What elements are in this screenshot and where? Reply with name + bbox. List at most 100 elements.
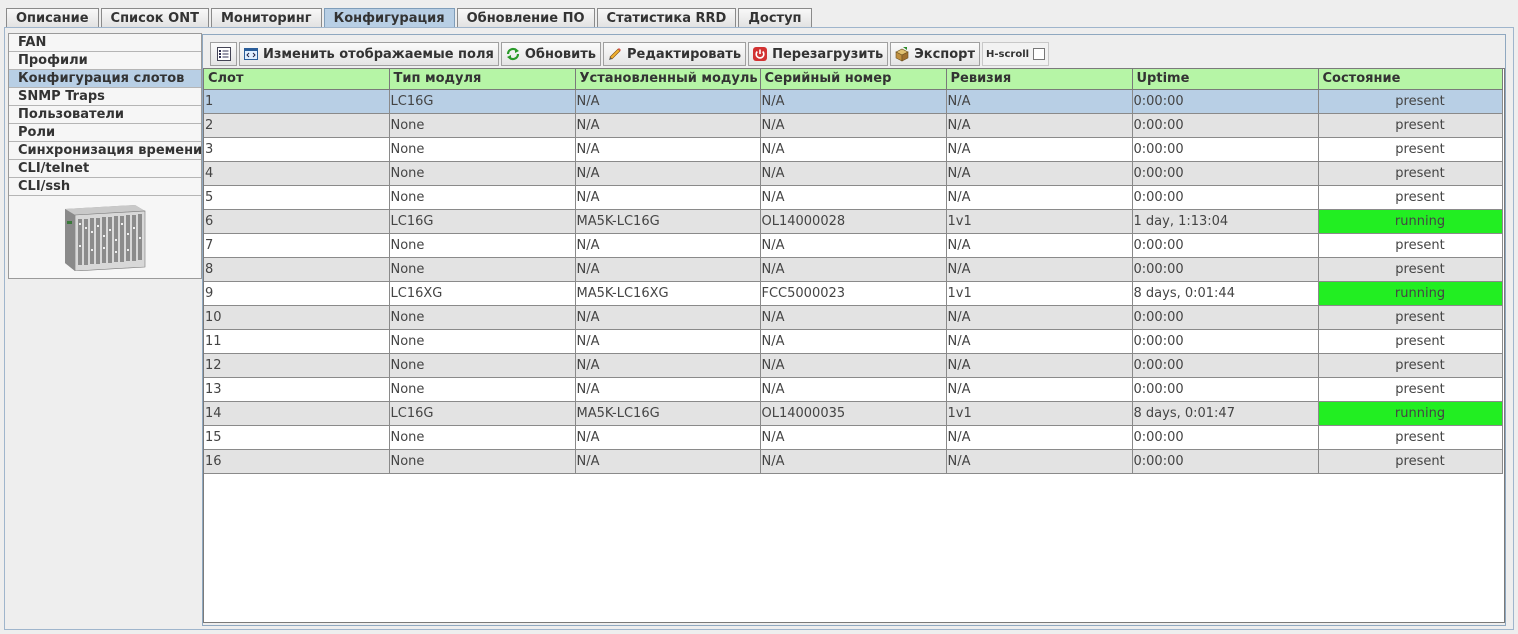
table-row[interactable]: 5 None N/A N/A N/A 0:00:00 present <box>204 185 1503 210</box>
cell-module-type: None <box>389 137 576 162</box>
table-row[interactable]: 1 LC16G N/A N/A N/A 0:00:00 present <box>204 89 1503 114</box>
tab-configuration[interactable]: Конфигурация <box>323 8 455 27</box>
tab-access[interactable]: Доступ <box>738 8 812 27</box>
cell-module-type: LC16G <box>389 401 576 426</box>
column-header-installed-module[interactable]: Установленный модуль <box>575 69 761 90</box>
sidebar-item-snmp-traps[interactable]: SNMP Traps <box>9 88 201 106</box>
cell-module-type: LC16XG <box>389 281 576 306</box>
cell-slot: 15 <box>204 425 390 450</box>
cell-slot: 1 <box>204 89 390 114</box>
cell-module-type: LC16G <box>389 89 576 114</box>
cell-installed-module: N/A <box>575 449 761 474</box>
cell-state: present <box>1318 257 1503 282</box>
export-button[interactable]: Экспорт <box>890 42 981 66</box>
cell-installed-module: N/A <box>575 233 761 258</box>
refresh-button[interactable]: Обновить <box>500 42 601 66</box>
table-row[interactable]: 16 None N/A N/A N/A 0:00:00 present <box>204 449 1503 474</box>
cell-serial-number: N/A <box>760 113 947 138</box>
hscroll-checkbox[interactable] <box>1033 48 1046 60</box>
column-header-slot[interactable]: Слот <box>204 69 390 90</box>
cell-uptime: 0:00:00 <box>1132 233 1319 258</box>
tab-ont-list[interactable]: Список ONT <box>100 8 209 27</box>
table-row[interactable]: 3 None N/A N/A N/A 0:00:00 present <box>204 137 1503 162</box>
cell-installed-module: N/A <box>575 137 761 162</box>
sidebar-item-users[interactable]: Пользователи <box>9 106 201 124</box>
table-row[interactable]: 2 None N/A N/A N/A 0:00:00 present <box>204 113 1503 138</box>
cell-state: present <box>1318 89 1503 114</box>
tab-rrd-stats[interactable]: Статистика RRD <box>596 8 737 27</box>
cell-uptime: 8 days, 0:01:44 <box>1132 281 1319 306</box>
cell-uptime: 0:00:00 <box>1132 329 1319 354</box>
tab-description[interactable]: Описание <box>6 8 99 27</box>
tab-monitoring[interactable]: Мониторинг <box>210 8 322 27</box>
cell-serial-number: N/A <box>760 257 947 282</box>
table-row[interactable]: 9 LC16XG MA5K-LC16XG FCC5000023 1v1 8 days, 0… <box>204 281 1503 306</box>
table-row[interactable]: 15 None N/A N/A N/A 0:00:00 present <box>204 425 1503 450</box>
cell-uptime: 0:00:00 <box>1132 89 1319 114</box>
cell-uptime: 0:00:00 <box>1132 449 1319 474</box>
cell-uptime: 0:00:00 <box>1132 161 1319 186</box>
cell-revision: N/A <box>946 233 1133 258</box>
cell-module-type: None <box>389 305 576 330</box>
table-row[interactable]: 7 None N/A N/A N/A 0:00:00 present <box>204 233 1503 258</box>
hscroll-toggle[interactable]: H-scroll <box>982 42 1050 66</box>
sidebar-item-time-sync[interactable]: Синхронизация времени <box>9 142 202 160</box>
tab-firmware-update[interactable]: Обновление ПО <box>456 8 595 27</box>
cell-serial-number: FCC5000023 <box>760 281 947 306</box>
cell-uptime: 0:00:00 <box>1132 305 1319 330</box>
change-fields-button[interactable]: Изменить отображаемые поля <box>239 42 499 66</box>
config-sidebar: FAN Профили Конфигурация слотов SNMP Tra… <box>8 33 202 279</box>
table-row[interactable]: 8 None N/A N/A N/A 0:00:00 present <box>204 257 1503 282</box>
column-header-uptime[interactable]: Uptime <box>1132 69 1319 90</box>
power-icon <box>753 47 768 61</box>
column-header-serial-number[interactable]: Серийный номер <box>760 69 947 90</box>
cell-serial-number: N/A <box>760 89 947 114</box>
sidebar-item-fan[interactable]: FAN <box>9 34 201 52</box>
cell-state: present <box>1318 137 1503 162</box>
cell-module-type: LC16G <box>389 209 576 234</box>
cell-revision: N/A <box>946 305 1133 330</box>
cell-serial-number: OL14000035 <box>760 401 947 426</box>
cell-revision: 1v1 <box>946 209 1133 234</box>
cell-state: running <box>1318 281 1503 306</box>
reboot-button[interactable]: Перезагрузить <box>748 42 889 66</box>
sidebar-item-cli-telnet[interactable]: CLI/telnet <box>9 160 201 178</box>
table-row[interactable]: 14 LC16G MA5K-LC16G OL14000035 1v1 8 days, 0:… <box>204 401 1503 426</box>
table-row[interactable]: 4 None N/A N/A N/A 0:00:00 present <box>204 161 1503 186</box>
cell-installed-module: MA5K-LC16G <box>575 401 761 426</box>
sidebar-item-slot-config[interactable]: Конфигурация слотов <box>9 70 201 88</box>
column-header-module-type[interactable]: Тип модуля <box>389 69 576 90</box>
sidebar-item-cli-ssh[interactable]: CLI/ssh <box>9 178 201 196</box>
cell-slot: 4 <box>204 161 390 186</box>
refresh-icon <box>506 47 519 61</box>
sidebar-item-profiles[interactable]: Профили <box>9 52 201 70</box>
cell-revision: N/A <box>946 161 1133 186</box>
cell-slot: 11 <box>204 329 390 354</box>
cell-slot: 5 <box>204 185 390 210</box>
pencil-icon <box>608 48 621 60</box>
cell-uptime: 8 days, 0:01:47 <box>1132 401 1319 426</box>
cell-module-type: None <box>389 449 576 474</box>
table-row[interactable]: 12 None N/A N/A N/A 0:00:00 present <box>204 353 1503 378</box>
cell-uptime: 0:00:00 <box>1132 185 1319 210</box>
cell-installed-module: N/A <box>575 377 761 402</box>
table-body: 1 LC16G N/A N/A N/A 0:00:00 present 2 None N/A N/A… <box>204 89 1503 474</box>
columns-menu-button[interactable] <box>210 42 237 66</box>
table-row[interactable]: 6 LC16G MA5K-LC16G OL14000028 1v1 1 day, 1:13… <box>204 209 1503 234</box>
cell-module-type: None <box>389 377 576 402</box>
table-row[interactable]: 11 None N/A N/A N/A 0:00:00 present <box>204 329 1503 354</box>
table-row[interactable]: 10 None N/A N/A N/A 0:00:00 present <box>204 305 1503 330</box>
edit-button[interactable]: Редактировать <box>602 42 747 66</box>
sidebar-item-roles[interactable]: Роли <box>9 124 201 142</box>
column-header-state[interactable]: Состояние <box>1318 69 1503 90</box>
cell-module-type: None <box>389 185 576 210</box>
table-row[interactable]: 13 None N/A N/A N/A 0:00:00 present <box>204 377 1503 402</box>
cell-module-type: None <box>389 257 576 282</box>
cell-slot: 7 <box>204 233 390 258</box>
column-header-revision[interactable]: Ревизия <box>946 69 1133 90</box>
cell-serial-number: N/A <box>760 329 947 354</box>
cell-module-type: None <box>389 353 576 378</box>
cell-installed-module: N/A <box>575 425 761 450</box>
cell-serial-number: N/A <box>760 377 947 402</box>
cell-slot: 3 <box>204 137 390 162</box>
